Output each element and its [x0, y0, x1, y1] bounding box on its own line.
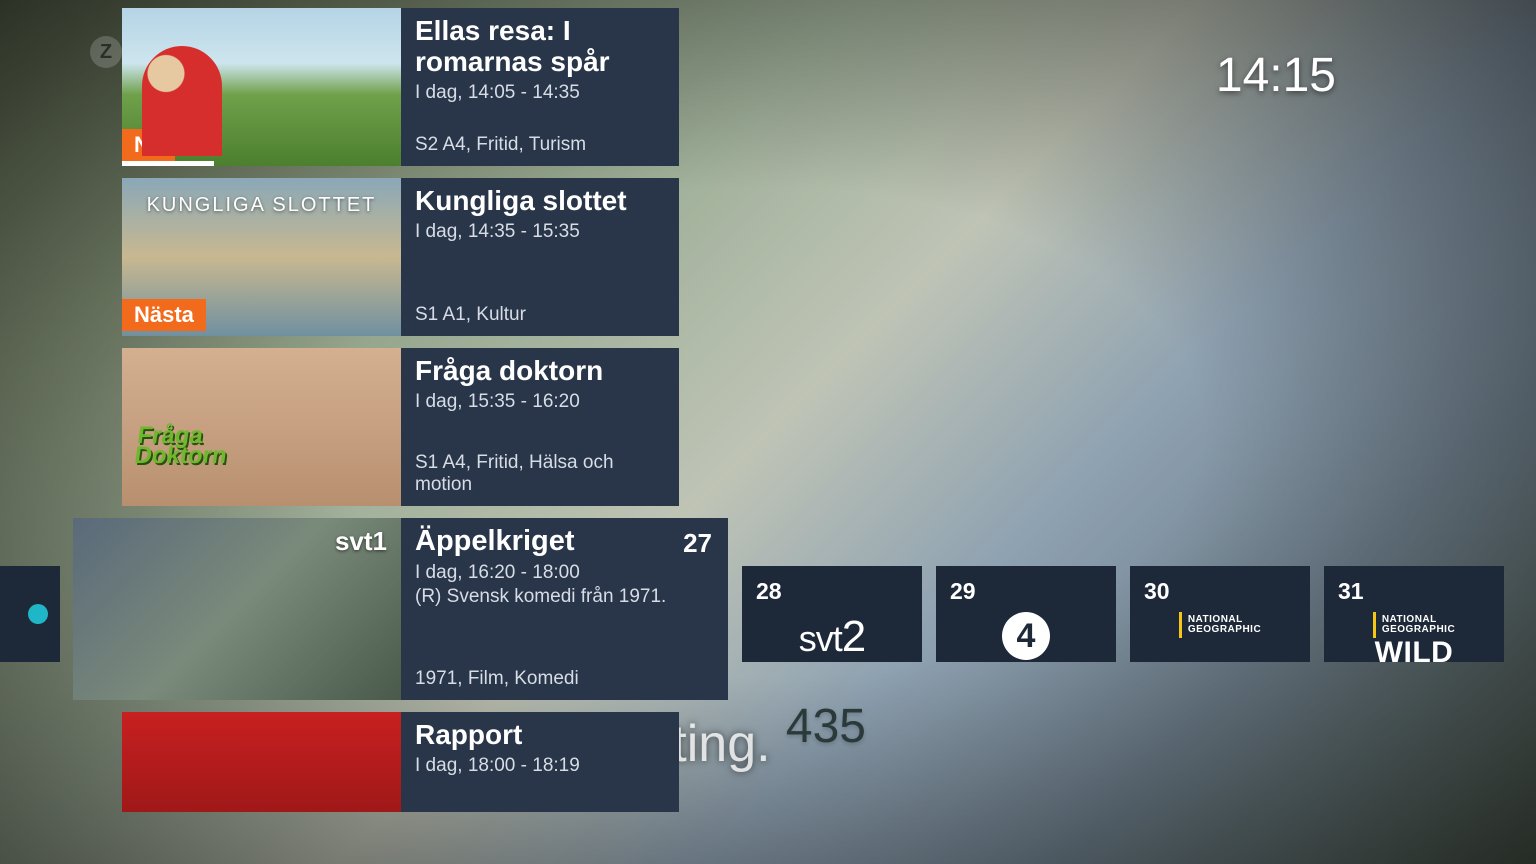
program-item[interactable]: KUNGLIGA SLOTTET Nästa Kungliga slottet …	[122, 178, 679, 336]
channel-number: 28	[756, 578, 782, 605]
channel-logo-svt2: svt2	[742, 612, 922, 662]
channel-prev[interactable]	[0, 566, 60, 662]
program-tags: 1971, Film, Komedi	[415, 668, 712, 690]
program-info: Kungliga slottet I dag, 14:35 - 15:35 S1…	[401, 178, 679, 336]
program-title: Rapport	[415, 720, 663, 751]
progress-bar	[122, 161, 214, 166]
channel-number: 31	[1338, 578, 1364, 605]
channel-logo-tv4: 4	[936, 612, 1116, 660]
channel-logo-overlay: svt1	[335, 526, 387, 557]
program-item[interactable]: Nu Ellas resa: I romarnas spår I dag, 14…	[122, 8, 679, 166]
channel-bar: 28 svt2 29 4 30 NATIONALGEOGRAPHIC 31 NA…	[0, 566, 1536, 662]
program-tags: S2 A4, Fritid, Turism	[415, 134, 663, 156]
channel-logo-natgeo: NATIONALGEOGRAPHIC	[1130, 612, 1310, 638]
prev-channel-icon	[28, 604, 48, 624]
channel-logo-natgeo-wild: NATIONALGEOGRAPHICWILD	[1324, 612, 1504, 668]
program-thumbnail	[122, 712, 401, 812]
channel-number: 30	[1144, 578, 1170, 605]
program-time: I dag, 18:00 - 18:19	[415, 755, 663, 777]
thumb-text: KUNGLIGA SLOTTET	[122, 194, 401, 217]
channel-item[interactable]: 30 NATIONALGEOGRAPHIC	[1130, 566, 1310, 662]
provider-logo: Z	[90, 36, 122, 68]
program-item[interactable]: FrågaDoktorn Fråga doktorn I dag, 15:35 …	[122, 348, 679, 506]
program-info: Ellas resa: I romarnas spår I dag, 14:05…	[401, 8, 679, 166]
program-title: Ellas resa: I romarnas spår	[415, 16, 663, 78]
channel-item[interactable]: 31 NATIONALGEOGRAPHICWILD	[1324, 566, 1504, 662]
channel-number: 29	[950, 578, 976, 605]
program-list: Nu Ellas resa: I romarnas spår I dag, 14…	[122, 8, 679, 812]
program-info: Rapport I dag, 18:00 - 18:19	[401, 712, 679, 812]
now-badge: Nu	[122, 129, 175, 161]
clock: 14:15	[1216, 48, 1336, 103]
program-info: Fråga doktorn I dag, 15:35 - 16:20 S1 A4…	[401, 348, 679, 506]
program-thumbnail: FrågaDoktorn	[122, 348, 401, 506]
program-tags: S1 A4, Fritid, Hälsa och motion	[415, 452, 663, 496]
program-tags: S1 A1, Kultur	[415, 304, 663, 326]
program-time: I dag, 14:35 - 15:35	[415, 221, 663, 243]
program-item[interactable]: Rapport I dag, 18:00 - 18:19	[122, 712, 679, 812]
program-title: Kungliga slottet	[415, 186, 663, 217]
next-badge: Nästa	[122, 299, 206, 331]
thumb-text: FrågaDoktorn	[133, 426, 231, 467]
channel-number: 27	[683, 528, 712, 559]
program-title: Äppelkriget	[415, 526, 712, 558]
channel-item[interactable]: 29 4	[936, 566, 1116, 662]
program-time: I dag, 14:05 - 14:35	[415, 82, 663, 104]
channel-item[interactable]: 28 svt2	[742, 566, 922, 662]
program-thumbnail: KUNGLIGA SLOTTET Nästa	[122, 178, 401, 336]
program-thumbnail: Nu	[122, 8, 401, 166]
program-title: Fråga doktorn	[415, 356, 663, 387]
scene-house-number: 435	[786, 699, 866, 754]
program-time: I dag, 15:35 - 16:20	[415, 391, 663, 413]
